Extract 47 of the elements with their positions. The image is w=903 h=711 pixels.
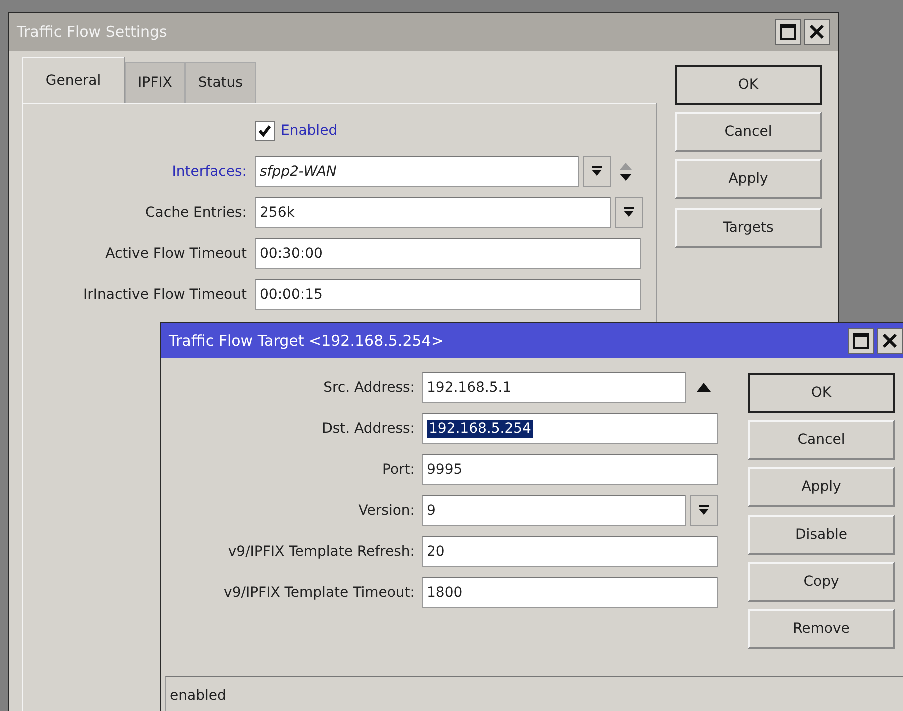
checkbox[interactable] — [255, 121, 275, 141]
dialog-button[interactable]: Targets — [675, 208, 822, 248]
field-label: Port: — [382, 462, 415, 478]
dialog-button[interactable]: Cancel — [748, 420, 895, 460]
field-label: Active Flow Timeout — [106, 246, 247, 262]
close-icon[interactable] — [804, 19, 830, 45]
dialog-button[interactable]: Apply — [675, 159, 822, 199]
dropdown-field[interactable]: 256k — [255, 197, 611, 228]
field-label: v9/IPFIX Template Refresh: — [228, 544, 415, 560]
dropdown-icon[interactable] — [690, 495, 718, 526]
input-field[interactable]: 00:00:15 — [255, 279, 641, 310]
field-label: Dst. Address: — [322, 420, 415, 436]
input-field[interactable]: 192.168.5.254 — [422, 413, 718, 444]
dialog-button[interactable]: Apply — [748, 467, 895, 507]
field-label: Cache Entries: — [146, 204, 247, 220]
field-label: v9/IPFIX Template Timeout: — [224, 584, 415, 600]
input-field[interactable]: 20 — [422, 536, 718, 567]
maximize-icon[interactable] — [775, 19, 801, 45]
field-label[interactable]: Interfaces: — [172, 164, 247, 180]
status-text: enabled — [170, 688, 226, 704]
up-arrow-icon[interactable] — [697, 383, 711, 392]
up-down-arrows-icon[interactable] — [619, 160, 633, 182]
input-field[interactable]: 192.168.5.1 — [422, 372, 686, 403]
tab[interactable]: Status — [185, 62, 256, 103]
interface-dropdown[interactable]: sfpp2-WAN — [255, 156, 579, 187]
dropdown-icon[interactable] — [583, 156, 611, 187]
tab[interactable]: IPFIX — [125, 62, 186, 103]
window-title: Traffic Flow Settings — [17, 23, 168, 41]
dialog-button[interactable]: OK — [748, 373, 895, 413]
dialog-button[interactable]: Copy — [748, 562, 895, 602]
checkbox-label[interactable]: Enabled — [281, 123, 338, 139]
dropdown-field[interactable]: 9 — [422, 495, 686, 526]
tab[interactable]: General — [22, 57, 125, 103]
maximize-icon[interactable] — [848, 328, 874, 354]
field-label: Src. Address: — [324, 380, 415, 396]
window-title: Traffic Flow Target <192.168.5.254> — [169, 332, 444, 350]
input-field[interactable]: 00:30:00 — [255, 238, 641, 269]
dialog-button[interactable]: OK — [675, 65, 822, 105]
field-label: Version: — [358, 502, 415, 518]
input-field[interactable]: 1800 — [422, 577, 718, 608]
dialog-button[interactable]: Disable — [748, 515, 895, 555]
close-icon[interactable] — [877, 328, 903, 354]
input-field[interactable]: 9995 — [422, 454, 718, 485]
dialog-button[interactable]: Remove — [748, 609, 895, 649]
dialog-button[interactable]: Cancel — [675, 112, 822, 152]
field-label: IrInactive Flow Timeout — [84, 286, 247, 302]
dropdown-icon[interactable] — [615, 197, 643, 228]
